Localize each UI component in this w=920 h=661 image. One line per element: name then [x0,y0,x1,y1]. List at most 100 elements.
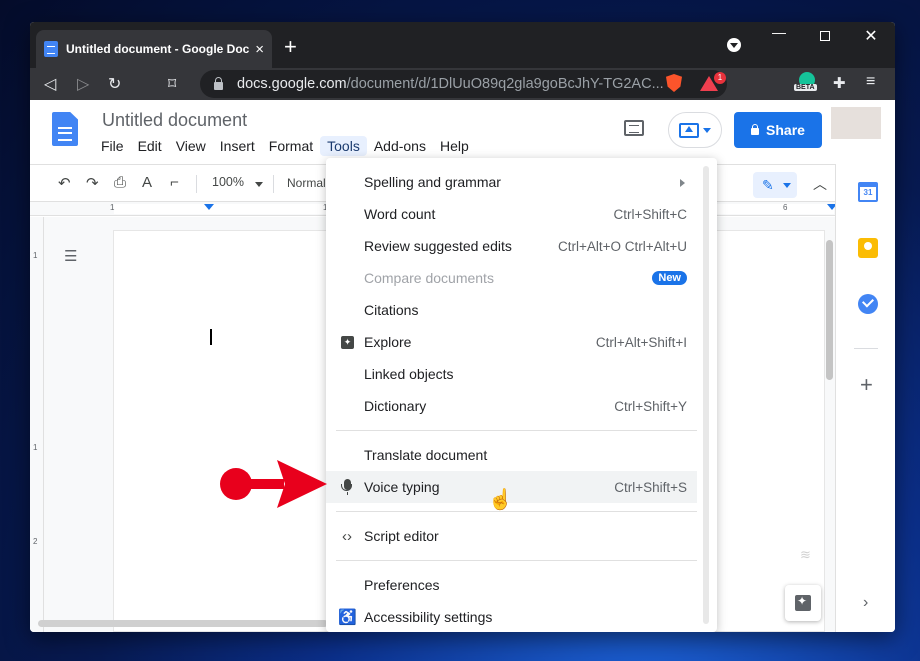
tab-google-docs[interactable]: Untitled document - Google Docs × [36,30,272,68]
annotation-arrow-icon [220,460,327,508]
menu-item-label: Linked objects [364,366,454,382]
document-title[interactable]: Untitled document [102,110,247,131]
menu-item-label: Spelling and grammar [364,174,501,190]
menu-item-compare-documents: Compare documents New [326,262,717,294]
menu-item-translate-document[interactable]: Translate document [326,439,717,471]
maximize-icon [820,31,830,41]
grammarly-extension-icon[interactable]: BETA [794,72,818,94]
browser-menu-icon[interactable]: ≡ [866,73,875,91]
rewards-badge: 1 [714,72,726,84]
paragraph-style-select[interactable]: Normal [287,176,326,190]
explore-button[interactable] [785,585,821,621]
menu-item-label: Explore [364,334,412,350]
spellcheck-icon[interactable]: A [142,174,152,191]
menu-scrollbar[interactable] [703,166,709,624]
menu-item-spelling-and-grammar[interactable]: Spelling and grammar [326,166,717,198]
menu-item-label: Voice typing [364,479,440,495]
menu-item-label: Dictionary [364,398,427,414]
menu-item-citations[interactable]: Citations [326,294,717,326]
minimize-button[interactable]: — [756,24,802,40]
chevron-down-icon [703,127,711,133]
new-tab-button[interactable]: + [284,34,297,60]
google-keep-icon[interactable] [858,238,878,258]
menu-file[interactable]: File [94,136,131,156]
undo-icon[interactable]: ↶ [58,174,71,192]
url-host: docs.google.com [237,76,347,92]
menu-item-label: Review suggested edits [364,238,512,254]
toolbar-divider [196,175,197,193]
chevron-right-icon[interactable]: › [863,594,868,612]
menu-item-review-suggested-edits[interactable]: Review suggested edits Ctrl+Alt+O Ctrl+A… [326,230,717,262]
menu-item-explore[interactable]: ✦ Explore Ctrl+Alt+Shift+I [326,326,717,358]
lock-icon [214,77,223,90]
maximize-button[interactable] [802,28,848,44]
browser-toolbar: ◁ ▷ ↻ ⌑ docs.google.com /document/d/1DlU… [30,68,895,100]
menu-format[interactable]: Format [262,136,320,156]
address-bar[interactable]: docs.google.com /document/d/1DlUuO89q2gl… [200,70,727,98]
browser-window: Untitled document - Google Docs × + — ✕ … [30,22,895,632]
tools-dropdown-menu: Spelling and grammar Word count Ctrl+Shi… [326,158,717,632]
google-tasks-icon[interactable] [858,294,878,314]
avatar[interactable] [831,107,881,139]
forward-icon[interactable]: ▷ [77,74,89,94]
chevron-down-icon [783,183,791,188]
tab-title: Untitled document - Google Docs [66,42,250,56]
share-label: Share [766,122,805,138]
bookmark-icon[interactable]: ⌑ [168,74,176,94]
editing-mode-button[interactable]: ✎ [753,172,797,198]
comment-history-icon[interactable] [624,120,644,136]
menu-item-shortcut: Ctrl+Shift+Y [614,398,687,414]
zoom-select[interactable]: 100% [212,175,244,189]
document-outline-icon[interactable]: ☰ [64,247,82,265]
menu-view[interactable]: View [169,136,213,156]
side-panel: 31 + › [835,164,895,632]
print-icon[interactable]: ⎙ [114,174,126,191]
menu-item-word-count[interactable]: Word count Ctrl+Shift+C [326,198,717,230]
ruler-number: 1 [33,443,38,452]
menu-item-label: Word count [364,206,436,222]
menu-item-accessibility-settings[interactable]: ♿ Accessibility settings [326,601,717,632]
menu-item-label: Translate document [364,447,488,463]
tab-search-icon[interactable] [727,38,741,52]
indent-marker-icon[interactable] [204,204,214,210]
docs-menubar: File Edit View Insert Format Tools Add-o… [94,136,476,156]
close-window-button[interactable]: ✕ [848,26,894,46]
paint-format-icon[interactable]: ⌐ [170,174,179,191]
menu-insert[interactable]: Insert [213,136,262,156]
lock-icon [751,124,760,135]
add-addon-icon[interactable]: + [860,372,873,398]
pencil-icon: ✎ [762,177,774,193]
microphone-icon [341,479,352,495]
back-icon[interactable]: ◁ [44,74,56,94]
menu-item-dictionary[interactable]: Dictionary Ctrl+Shift+Y [326,390,717,422]
menu-item-label: Script editor [364,528,439,544]
accessibility-icon: ♿ [338,609,357,626]
menu-edit[interactable]: Edit [131,136,169,156]
menu-item-label: Preferences [364,577,440,593]
menu-item-shortcut: Ctrl+Alt+Shift+I [595,334,687,350]
menu-help[interactable]: Help [433,136,476,156]
code-icon: ‹› [342,527,352,545]
menu-item-label: Compare documents [364,270,494,286]
present-screen-icon [679,122,699,138]
menu-item-script-editor[interactable]: ‹› Script editor [326,520,717,552]
menu-item-preferences[interactable]: Preferences [326,569,717,601]
menu-tools[interactable]: Tools [320,136,367,156]
tab-close-icon[interactable]: × [255,41,264,58]
menu-add-ons[interactable]: Add-ons [367,136,433,156]
redo-icon[interactable]: ↷ [86,174,99,192]
share-button[interactable]: Share [734,112,822,148]
google-docs-logo-icon[interactable] [52,112,78,146]
extensions-puzzle-icon[interactable]: ✚ [833,74,846,92]
horizontal-scrollbar[interactable] [38,620,328,627]
menu-item-shortcut: Ctrl+Shift+C [613,206,687,222]
google-calendar-icon[interactable]: 31 [858,182,878,202]
vertical-scrollbar[interactable] [826,240,833,380]
beta-label: BETA [794,84,817,91]
reload-icon[interactable]: ↻ [108,74,121,94]
chevron-down-icon [255,182,263,187]
vertical-ruler[interactable]: 1 1 2 [30,217,44,632]
menu-item-linked-objects[interactable]: Linked objects [326,358,717,390]
chevron-up-icon[interactable]: ︿ [813,174,827,194]
present-button[interactable] [668,112,722,148]
